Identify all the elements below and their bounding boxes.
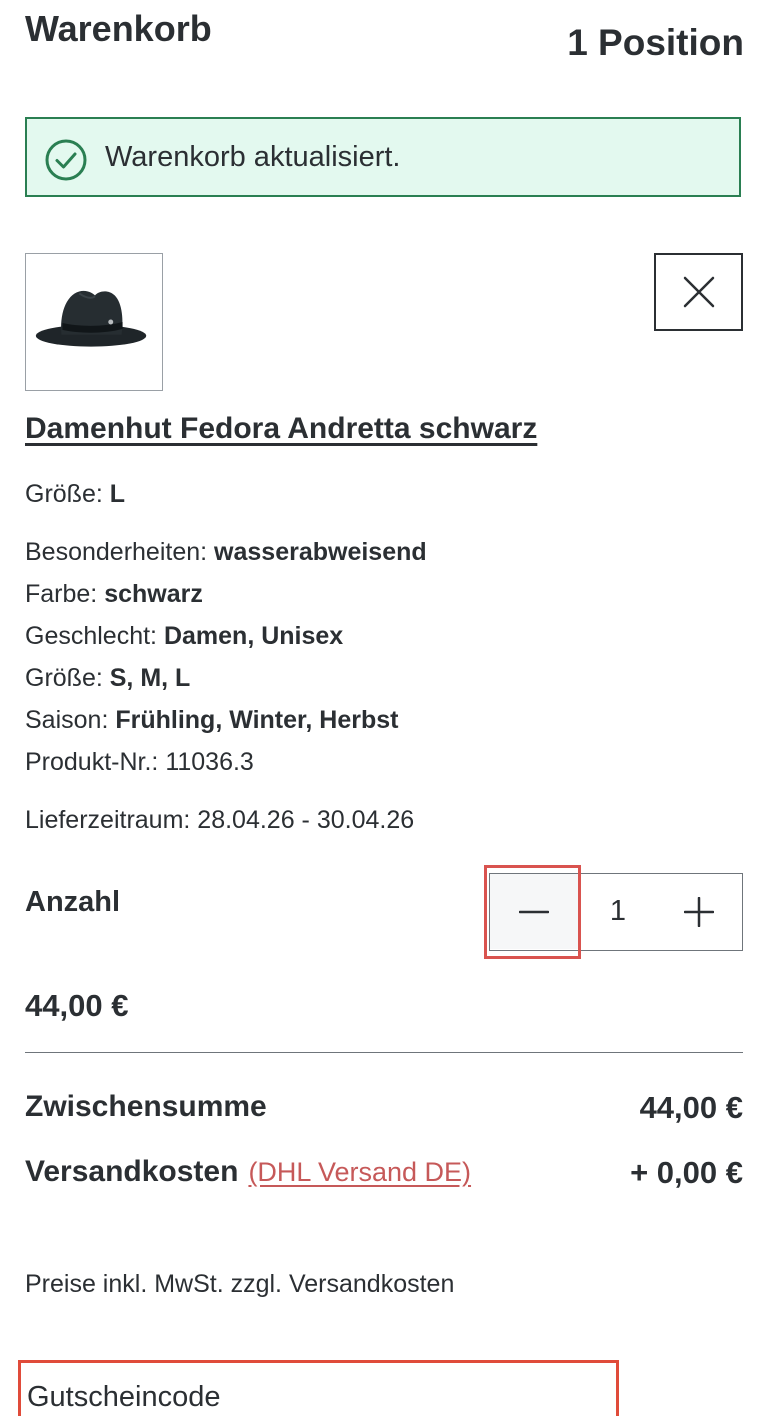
feature-value: schwarz (104, 580, 203, 608)
subtotal-row: Zwischensumme 44,00 € (25, 1090, 743, 1130)
quantity-value[interactable]: 1 (580, 874, 656, 949)
shipping-label: Versandkosten (25, 1155, 239, 1188)
feature-value: Frühling, Winter, Herbst (115, 706, 399, 734)
feature-label: Geschlecht: (25, 622, 158, 650)
feature-value: S, M, L (109, 664, 191, 692)
coupon-section[interactable]: Gutscheincode (18, 1360, 619, 1416)
check-circle-icon (45, 139, 87, 181)
plus-icon (684, 896, 714, 927)
feature-row: Größe: S, M, L (25, 664, 190, 693)
item-price: 44,00 € (25, 988, 129, 1023)
delivery-period: Lieferzeitraum: 28.04.26 - 30.04.26 (25, 806, 415, 834)
feature-row: Farbe: schwarz (25, 580, 203, 609)
cart-header: Warenkorb 1 Position (25, 0, 744, 80)
alert-message: Warenkorb aktualisiert. (105, 141, 401, 173)
feature-label: Besonderheiten: (25, 538, 208, 566)
product-name-link[interactable]: Damenhut Fedora Andretta schwarz (25, 412, 537, 446)
position-count: 1 Position (567, 22, 744, 63)
quantity-label: Anzahl (25, 886, 121, 918)
success-alert: Warenkorb aktualisiert. (25, 117, 741, 197)
coupon-label[interactable]: Gutscheincode (27, 1381, 220, 1414)
cart-page: Warenkorb 1 Position Warenkorb aktualisi… (0, 0, 780, 1416)
feature-label: Saison: (25, 706, 109, 734)
hat-image (35, 290, 147, 347)
page-title: Warenkorb (25, 8, 212, 49)
feature-row: Geschlecht: Damen, Unisex (25, 622, 343, 651)
feature-row: Saison: Frühling, Winter, Herbst (25, 706, 398, 735)
feature-label: Größe: (25, 664, 103, 692)
tax-note: Preise inkl. MwSt. zzgl. Versandkosten (25, 1270, 455, 1298)
product-size: Größe: L (25, 480, 125, 509)
product-image[interactable] (25, 253, 163, 391)
divider (25, 1052, 743, 1053)
close-icon (683, 276, 714, 308)
shipping-label-group: Versandkosten (DHL Versand DE) (25, 1155, 471, 1189)
subtotal-label: Zwischensumme (25, 1090, 267, 1123)
decrease-button-highlight (484, 865, 581, 959)
remove-item-button[interactable] (654, 253, 743, 331)
feature-value: Damen, Unisex (163, 622, 344, 650)
feature-row: Besonderheiten: wasserabweisend (25, 538, 427, 567)
feature-value: wasserabweisend (214, 538, 427, 566)
shipping-method-link[interactable]: (DHL Versand DE) (248, 1157, 471, 1187)
shipping-value: + 0,00 € (630, 1155, 743, 1190)
size-label: Größe: (25, 480, 103, 508)
size-value: L (109, 480, 126, 508)
product-number: Produkt-Nr.: 11036.3 (25, 748, 254, 776)
feature-label: Farbe: (25, 580, 98, 608)
subtotal-value: 44,00 € (639, 1090, 743, 1125)
shipping-row: Versandkosten (DHL Versand DE) + 0,00 € (25, 1155, 743, 1195)
quantity-increase-button[interactable] (656, 874, 742, 949)
